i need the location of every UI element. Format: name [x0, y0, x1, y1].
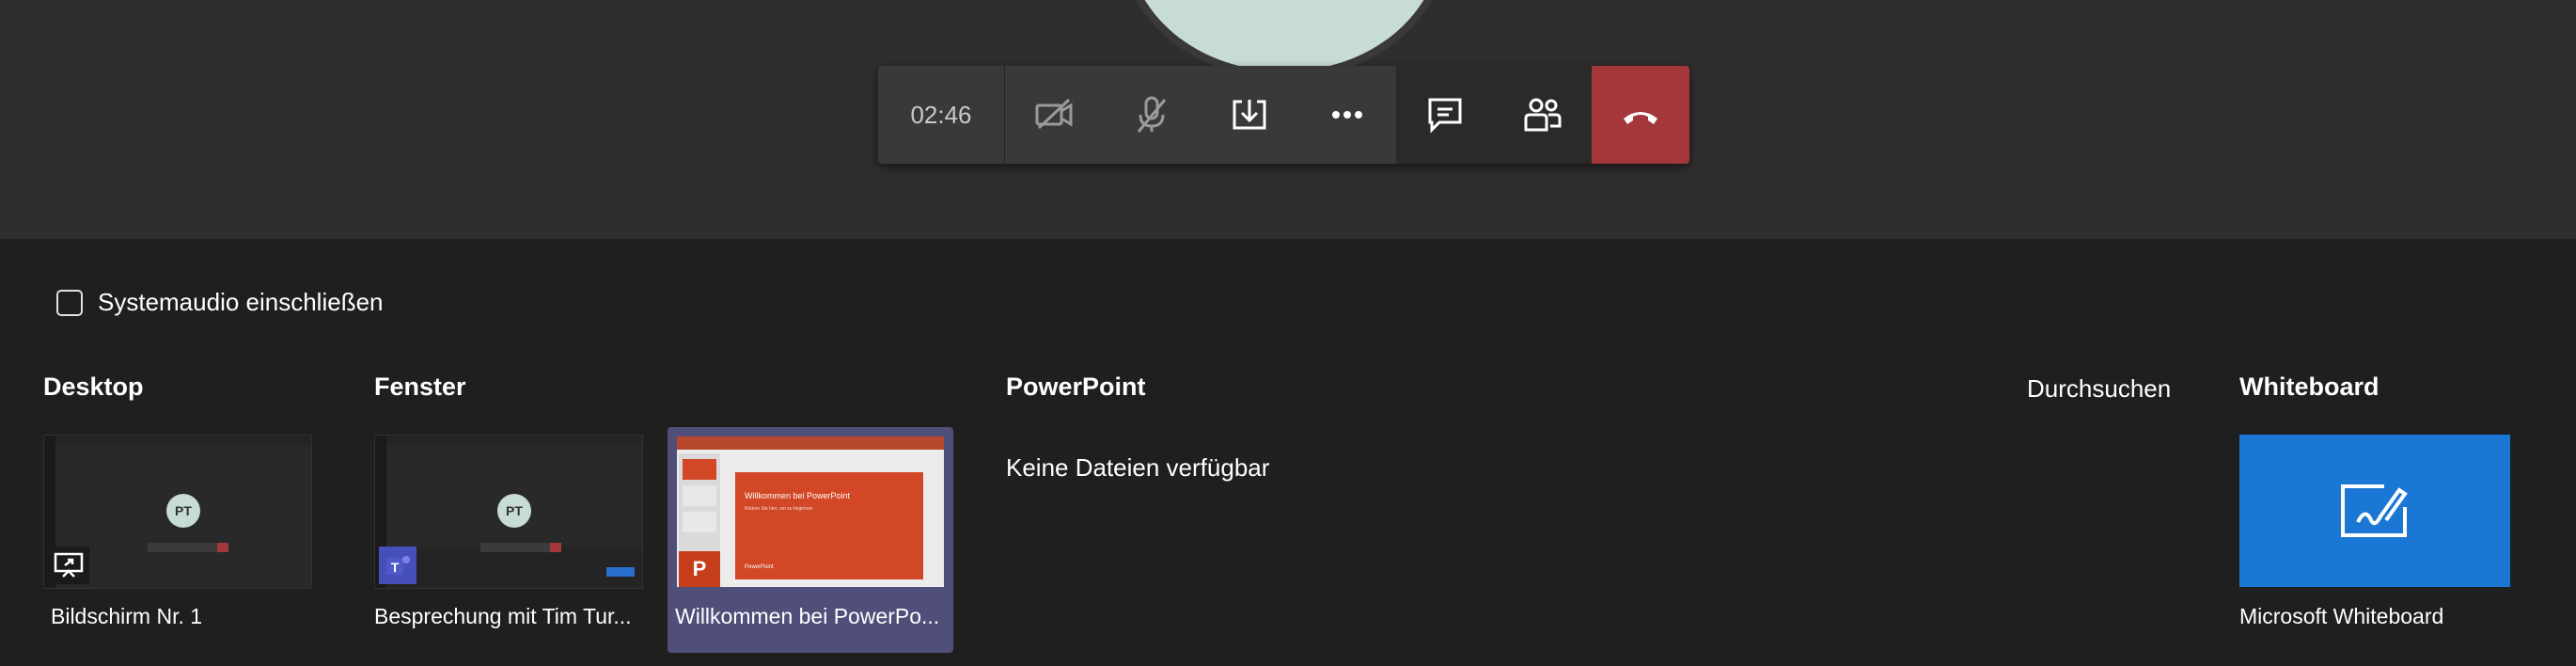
participant-avatar	[1128, 0, 1440, 71]
hang-up-button[interactable]	[1592, 66, 1689, 164]
powerpoint-empty-message: Keine Dateien verfügbar	[1006, 453, 1270, 482]
slide-preview: Willkommen bei PowerPoint Klicken Sie hi…	[735, 472, 923, 579]
mic-off-icon	[1137, 96, 1167, 133]
participants-icon	[1524, 98, 1562, 132]
svg-text:T: T	[391, 560, 400, 575]
section-title-desktop: Desktop	[43, 373, 144, 401]
call-stage: 02:46	[0, 0, 2576, 239]
section-title-window: Fenster	[374, 373, 466, 401]
teams-app-icon: T	[379, 547, 416, 584]
more-actions-button[interactable]	[1298, 66, 1396, 164]
camera-off-icon	[1035, 98, 1073, 130]
thumbnail-avatar: PT	[497, 494, 531, 528]
whiteboard-label: Microsoft Whiteboard	[2239, 604, 2444, 628]
camera-toggle-button[interactable]	[1005, 66, 1103, 164]
window-label-meeting: Besprechung mit Tim Tur...	[374, 604, 632, 628]
system-audio-option[interactable]: Systemaudio einschließen	[56, 288, 384, 317]
desktop-screen-label: Bildschirm Nr. 1	[51, 604, 203, 628]
screen-share-icon	[48, 547, 89, 584]
chat-button[interactable]	[1396, 66, 1494, 164]
hang-up-icon	[1624, 112, 1657, 124]
system-audio-checkbox[interactable]	[56, 289, 83, 316]
thumbnail-avatar: PT	[166, 494, 200, 528]
share-tray: Systemaudio einschließen Desktop Fenster…	[0, 239, 2576, 666]
system-audio-label: Systemaudio einschließen	[98, 288, 384, 316]
window-label-powerpoint: Willkommen bei PowerPo...	[675, 604, 940, 628]
section-title-powerpoint: PowerPoint	[1006, 373, 1146, 401]
share-tray-icon	[1233, 100, 1266, 130]
window-thumbnail-powerpoint[interactable]: Willkommen bei PowerPoint Klicken Sie hi…	[668, 427, 953, 653]
call-controls-bar: 02:46	[878, 66, 1689, 164]
participants-button[interactable]	[1494, 66, 1592, 164]
mic-toggle-button[interactable]	[1103, 66, 1201, 164]
browse-link[interactable]: Durchsuchen	[2027, 374, 2171, 404]
call-timer: 02:46	[878, 66, 1005, 164]
whiteboard-tile[interactable]	[2239, 435, 2510, 587]
more-icon	[1332, 111, 1362, 119]
share-content-button[interactable]	[1201, 66, 1298, 164]
chat-icon	[1428, 98, 1462, 134]
powerpoint-app-icon: P	[679, 551, 720, 587]
section-title-whiteboard: Whiteboard	[2239, 373, 2380, 401]
window-thumbnail-meeting[interactable]: PT T	[374, 435, 643, 589]
desktop-screen-thumbnail[interactable]: PT	[43, 435, 312, 589]
whiteboard-icon	[2341, 484, 2408, 537]
